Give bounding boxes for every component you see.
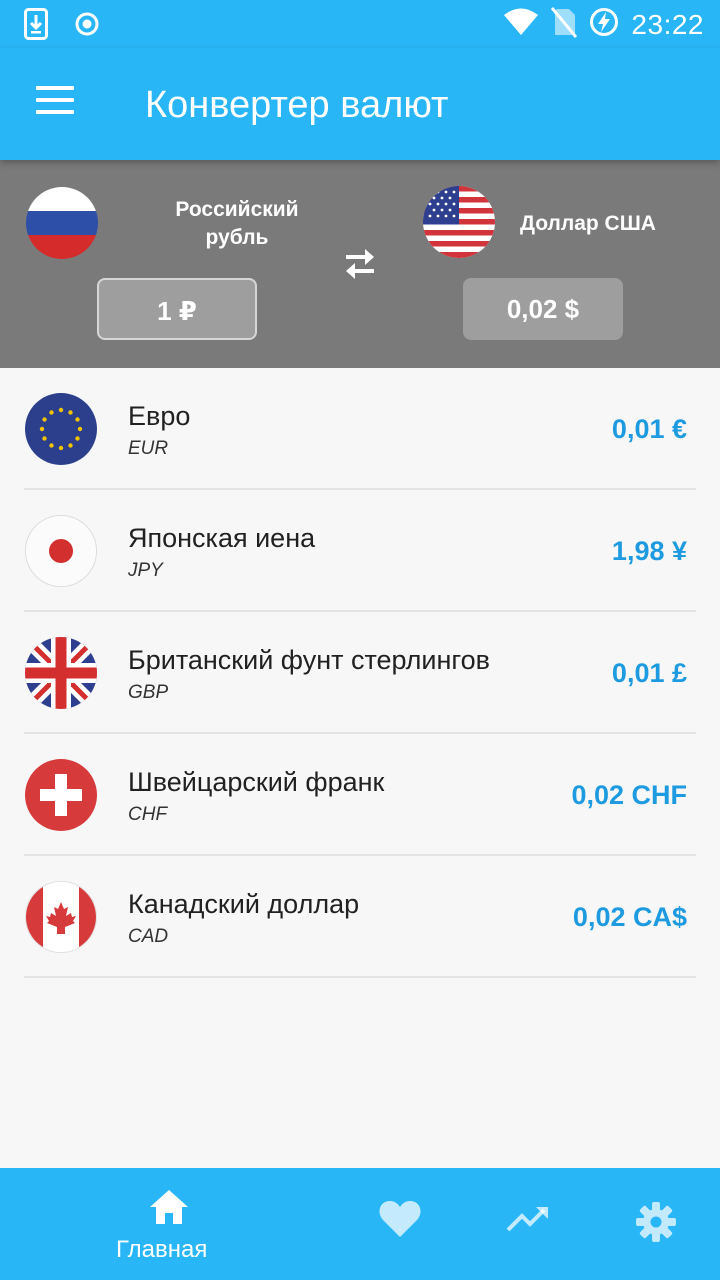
nav-trends[interactable]: [498, 1188, 558, 1248]
canada-flag-icon: [25, 881, 97, 953]
japan-flag-icon: [25, 515, 97, 587]
converter-panel: Российский рубль 1 ₽ Доллар США 0,02 $: [0, 160, 720, 368]
status-bar: 23:22: [0, 0, 720, 48]
swap-button[interactable]: [338, 244, 382, 284]
nav-favorites[interactable]: [370, 1188, 430, 1248]
currency-code: CHF: [128, 804, 168, 825]
currency-name: Швейцарский франк: [128, 767, 385, 797]
currency-amount: 1,98 ¥: [611, 536, 687, 566]
menu-button[interactable]: [36, 86, 76, 118]
uk-flag-icon: [25, 637, 97, 709]
currency-name: Канадский доллар: [128, 889, 360, 919]
row-divider: [24, 976, 696, 978]
russia-flag-icon[interactable]: [26, 187, 98, 259]
swap-arrows-icon: [346, 249, 374, 279]
usa-flag-icon[interactable]: [423, 186, 495, 258]
bottom-navigation: Главная: [0, 1168, 720, 1280]
nav-home-label: Главная: [116, 1236, 208, 1263]
currency-code: EUR: [128, 438, 169, 459]
currency-row-eur[interactable]: Евро EUR 0,01 €: [0, 368, 720, 490]
currency-name: Евро: [128, 401, 191, 431]
to-currency-name[interactable]: Доллар США: [508, 210, 668, 238]
from-currency-name[interactable]: Российский рубль: [142, 196, 332, 252]
currency-code: GBP: [128, 682, 169, 703]
to-amount-field: 0,02 $: [463, 278, 623, 340]
nav-home[interactable]: Главная: [100, 1168, 240, 1280]
no-sim-icon: [551, 6, 578, 43]
currency-row-chf[interactable]: Швейцарский франк CHF 0,02 CHF: [0, 734, 720, 856]
currency-row-cad[interactable]: Канадский доллар CAD 0,02 CA$: [0, 856, 720, 978]
currency-amount: 0,02 CHF: [571, 780, 687, 810]
record-notification-icon: [74, 11, 100, 42]
gear-icon: [636, 1202, 676, 1242]
currency-amount: 0,02 CA$: [572, 902, 687, 932]
trending-up-icon: [506, 1207, 548, 1232]
home-icon: [150, 1190, 188, 1224]
currency-name: Японская иена: [128, 523, 316, 553]
currency-row-jpy[interactable]: Японская иена JPY 1,98 ¥: [0, 490, 720, 612]
eu-flag-icon: [25, 393, 97, 465]
currency-row-gbp[interactable]: Британский фунт стерлингов GBP 0,01 £: [0, 612, 720, 734]
currency-list: Евро EUR 0,01 € Японская иена JPY 1,98 ¥: [0, 368, 720, 978]
download-notification-icon: [24, 8, 48, 45]
currency-amount: 0,01 £: [611, 658, 687, 688]
battery-charging-icon: [589, 7, 619, 42]
currency-amount: 0,01 €: [611, 414, 687, 444]
nav-settings[interactable]: [626, 1188, 686, 1248]
app-bar: Конвертер валют: [0, 48, 720, 160]
switzerland-flag-icon: [25, 759, 97, 831]
currency-code: CAD: [128, 926, 169, 947]
status-time: 23:22: [631, 8, 704, 40]
page-title: Конвертер валют: [145, 84, 449, 126]
currency-name: Британский фунт стерлингов: [128, 645, 491, 675]
heart-icon: [379, 1201, 421, 1237]
currency-code: JPY: [128, 560, 163, 581]
from-amount-input[interactable]: 1 ₽: [97, 278, 257, 340]
wifi-icon: [503, 7, 539, 42]
